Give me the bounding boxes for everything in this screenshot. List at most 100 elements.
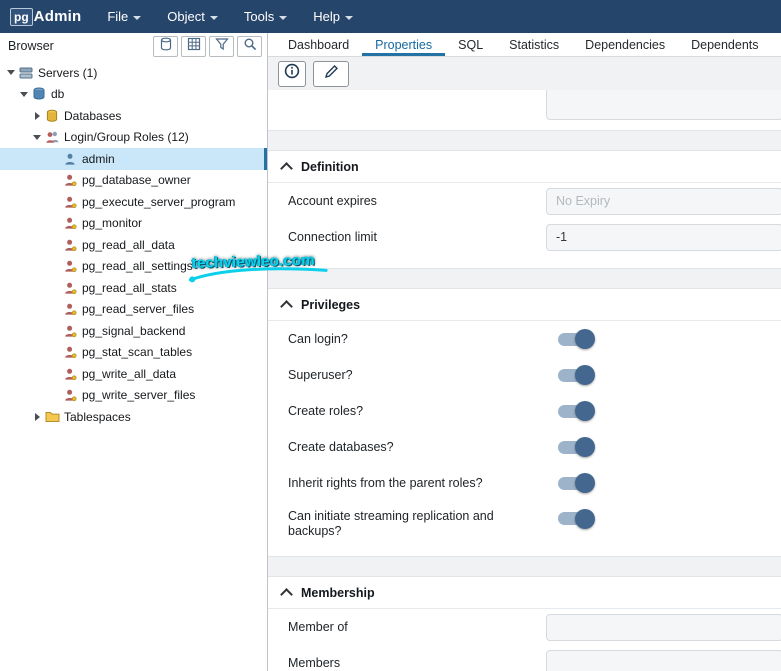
tree-item-servers[interactable]: Servers (1) [0, 62, 267, 84]
view-data-button[interactable] [181, 35, 206, 57]
expand-icon[interactable] [30, 109, 44, 123]
tree-item-pg-stat-scan-tables[interactable]: pg_stat_scan_tables [0, 342, 267, 364]
tab-statistics[interactable]: Statistics [496, 33, 572, 56]
superuser-toggle[interactable] [558, 365, 595, 385]
toggle-knob [575, 401, 595, 421]
field-row-account-expires: Account expires [268, 183, 781, 219]
tree-item-pg-signal-backend[interactable]: pg_signal_backend [0, 320, 267, 342]
tree-item-pg-write-server-files[interactable]: pg_write_server_files [0, 385, 267, 407]
field-label: Connection limit [288, 229, 377, 244]
menu-tools[interactable]: Tools [244, 9, 288, 24]
tree-item-label: pg_write_server_files [82, 388, 196, 403]
member-of-input[interactable] [546, 613, 781, 641]
logo-admin-text: Admin [33, 8, 82, 25]
members-input[interactable] [546, 649, 781, 671]
admin-role-icon [62, 152, 78, 166]
chevron-down-icon [344, 15, 353, 20]
tree-item-label: Login/Group Roles (12) [64, 130, 189, 145]
toggle-label: Can login? [288, 331, 348, 346]
tree-item-pg-read-all-data[interactable]: pg_read_all_data [0, 234, 267, 256]
section-privileges-header[interactable]: Privileges [268, 289, 781, 321]
tab-dependents[interactable]: Dependents [678, 33, 771, 56]
streaming-replication-toggle[interactable] [558, 508, 595, 529]
properties-content: Definition Account expires Connection li… [268, 90, 781, 671]
tree-item-pg-read-server-files[interactable]: pg_read_server_files [0, 299, 267, 321]
collapse-icon[interactable] [4, 66, 18, 80]
connect-server-button[interactable] [153, 35, 178, 57]
account-expires-input[interactable] [546, 187, 781, 215]
toggle-row-streaming-replication: Can initiate streaming replication and b… [268, 501, 781, 543]
tree-item-db[interactable]: db [0, 84, 267, 106]
tree-item-pg-execute-server-program[interactable]: pg_execute_server_program [0, 191, 267, 213]
tab-dashboard[interactable]: Dashboard [275, 33, 362, 56]
sql-help-button[interactable] [278, 60, 306, 87]
toggle-label: Superuser? [288, 367, 353, 382]
section-definition: Definition Account expires Connection li… [268, 151, 781, 268]
tree-item-label: pg_stat_scan_tables [82, 345, 193, 360]
tree-item-label: pg_read_all_settings [82, 259, 193, 274]
section-membership-header[interactable]: Membership [268, 577, 781, 609]
role-icon [62, 367, 78, 381]
create-databases-toggle[interactable] [558, 437, 595, 457]
role-icon [62, 302, 78, 316]
role-icon [62, 388, 78, 402]
role-icon [62, 259, 78, 273]
tree-item-pg-database-owner[interactable]: pg_database_owner [0, 170, 267, 192]
collapse-icon[interactable] [17, 87, 31, 101]
tree-item-label: pg_monitor [82, 216, 143, 231]
browser-panel: Browser Servers (1) db Databases Login/G… [0, 33, 268, 671]
funnel-icon [214, 37, 229, 56]
tab-sql[interactable]: SQL [445, 33, 496, 56]
tree-item-pg-read-all-settings[interactable]: pg_read_all_settings [0, 256, 267, 278]
tree-item-tablespaces[interactable]: Tablespaces [0, 406, 267, 428]
toggle-row-superuser: Superuser? [268, 357, 781, 393]
tab-label: Statistics [509, 37, 560, 52]
inherit-rights-toggle[interactable] [558, 473, 595, 493]
search-objects-button[interactable] [237, 35, 262, 57]
pencil-icon [324, 64, 339, 84]
field-row-member-of: Member of [268, 609, 781, 645]
card-padding [268, 255, 781, 268]
tab-dependencies[interactable]: Dependencies [572, 33, 678, 56]
tree-item-pg-monitor[interactable]: pg_monitor [0, 213, 267, 235]
tree-item-label: admin [82, 151, 115, 166]
tree-item-label: db [51, 87, 65, 102]
pgadmin-logo: pg Admin [10, 7, 82, 26]
expand-icon[interactable] [30, 410, 44, 424]
top-menubar: pg Admin File Object Tools Help [0, 0, 781, 33]
menu-object[interactable]: Object [167, 9, 218, 24]
can-login-toggle[interactable] [558, 329, 595, 349]
tree-item-label: pg_read_all_stats [82, 280, 177, 295]
connection-limit-input[interactable] [546, 223, 781, 251]
filter-button[interactable] [209, 35, 234, 57]
database-icon [159, 37, 173, 56]
search-icon [243, 37, 257, 56]
tab-properties[interactable]: Properties [362, 33, 445, 56]
role-icon [62, 281, 78, 295]
partial-field[interactable] [546, 90, 781, 120]
section-gap [268, 556, 781, 577]
tree-item-admin[interactable]: admin [0, 148, 267, 170]
grid-icon [187, 37, 201, 56]
tab-label: Dashboard [288, 37, 350, 52]
toggle-knob [575, 473, 595, 493]
tree-item-databases[interactable]: Databases [0, 105, 267, 127]
tree-item-pg-read-all-stats[interactable]: pg_read_all_stats [0, 277, 267, 299]
menu-file[interactable]: File [107, 9, 142, 24]
toggle-row-create-databases: Create databases? [268, 429, 781, 465]
chevron-down-icon [209, 15, 218, 20]
section-definition-header[interactable]: Definition [268, 151, 781, 183]
menu-help[interactable]: Help [313, 9, 353, 24]
edit-object-button[interactable] [313, 60, 349, 87]
collapse-icon[interactable] [30, 130, 44, 144]
card-padding [268, 543, 781, 556]
tab-label: SQL [458, 37, 484, 52]
databases-icon [44, 109, 60, 123]
section-title: Privileges [301, 298, 361, 312]
tree-item-login-group-roles[interactable]: Login/Group Roles (12) [0, 127, 267, 149]
tab-label: Dependents [691, 37, 759, 52]
toggle-label: Inherit rights from the parent roles? [288, 475, 483, 490]
tab-bar: Dashboard Properties SQL Statistics Depe… [268, 33, 781, 57]
create-roles-toggle[interactable] [558, 401, 595, 421]
tree-item-pg-write-all-data[interactable]: pg_write_all_data [0, 363, 267, 385]
